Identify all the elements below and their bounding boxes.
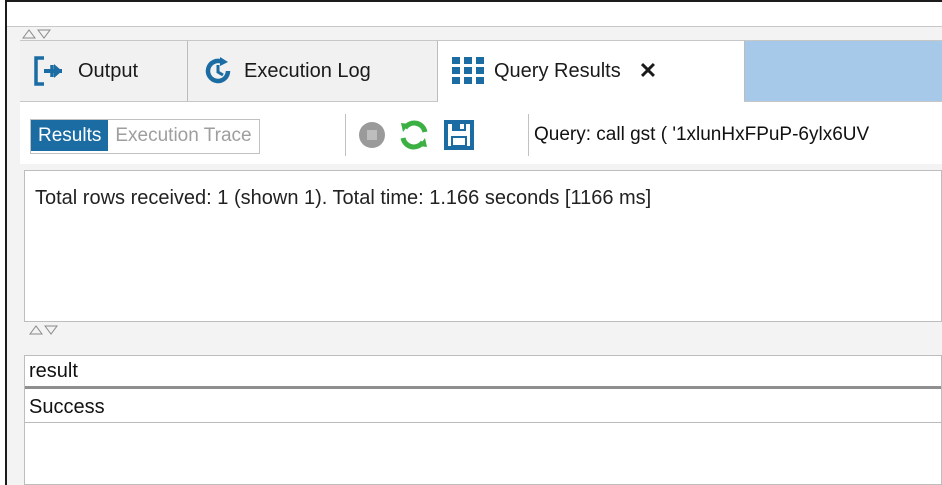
output-exit-icon — [34, 56, 68, 86]
tab-execution-log[interactable]: Execution Log — [188, 41, 438, 101]
execution-trace-toggle-button[interactable]: Execution Trace — [108, 120, 259, 151]
status-panel: Total rows received: 1 (shown 1). Total … — [24, 170, 942, 322]
toolbar-divider — [528, 114, 529, 156]
results-toggle-button[interactable]: Results — [31, 120, 109, 151]
splitter-arrows-icon[interactable] — [21, 27, 51, 40]
tab-execution-log-label: Execution Log — [244, 59, 371, 82]
splitter-arrows-icon[interactable] — [28, 323, 58, 336]
tab-bar-filler — [745, 41, 942, 101]
tab-query-results-label: Query Results — [494, 59, 621, 82]
results-splitter[interactable] — [24, 323, 942, 336]
view-toggle: Results Execution Trace — [30, 119, 260, 154]
save-icon[interactable] — [443, 119, 475, 151]
tab-output-label: Output — [78, 59, 139, 82]
results-toolbar: Results Execution Trace Query: call gst … — [20, 102, 942, 164]
editor-area[interactable] — [7, 2, 942, 27]
close-icon[interactable]: ✕ — [639, 58, 657, 84]
tab-output[interactable]: Output — [20, 41, 188, 101]
editor-splitter[interactable] — [7, 27, 942, 40]
bottom-tab-bar: Output Execution Log Query Results ✕ — [20, 40, 942, 102]
clock-history-icon — [202, 55, 234, 87]
table-row[interactable]: Success — [25, 392, 941, 423]
refresh-icon[interactable] — [398, 119, 430, 151]
grid-icon — [452, 56, 484, 86]
toolbar-divider — [345, 114, 346, 156]
results-grid[interactable]: result Success — [24, 355, 942, 485]
status-text: Total rows received: 1 (shown 1). Total … — [35, 187, 652, 209]
stop-icon[interactable] — [356, 119, 388, 151]
query-text: Query: call gst ( '1xlunHxFPuP-6ylx6UV — [534, 124, 870, 145]
tab-query-results[interactable]: Query Results ✕ — [438, 41, 745, 102]
column-header-result[interactable]: result — [25, 356, 941, 389]
